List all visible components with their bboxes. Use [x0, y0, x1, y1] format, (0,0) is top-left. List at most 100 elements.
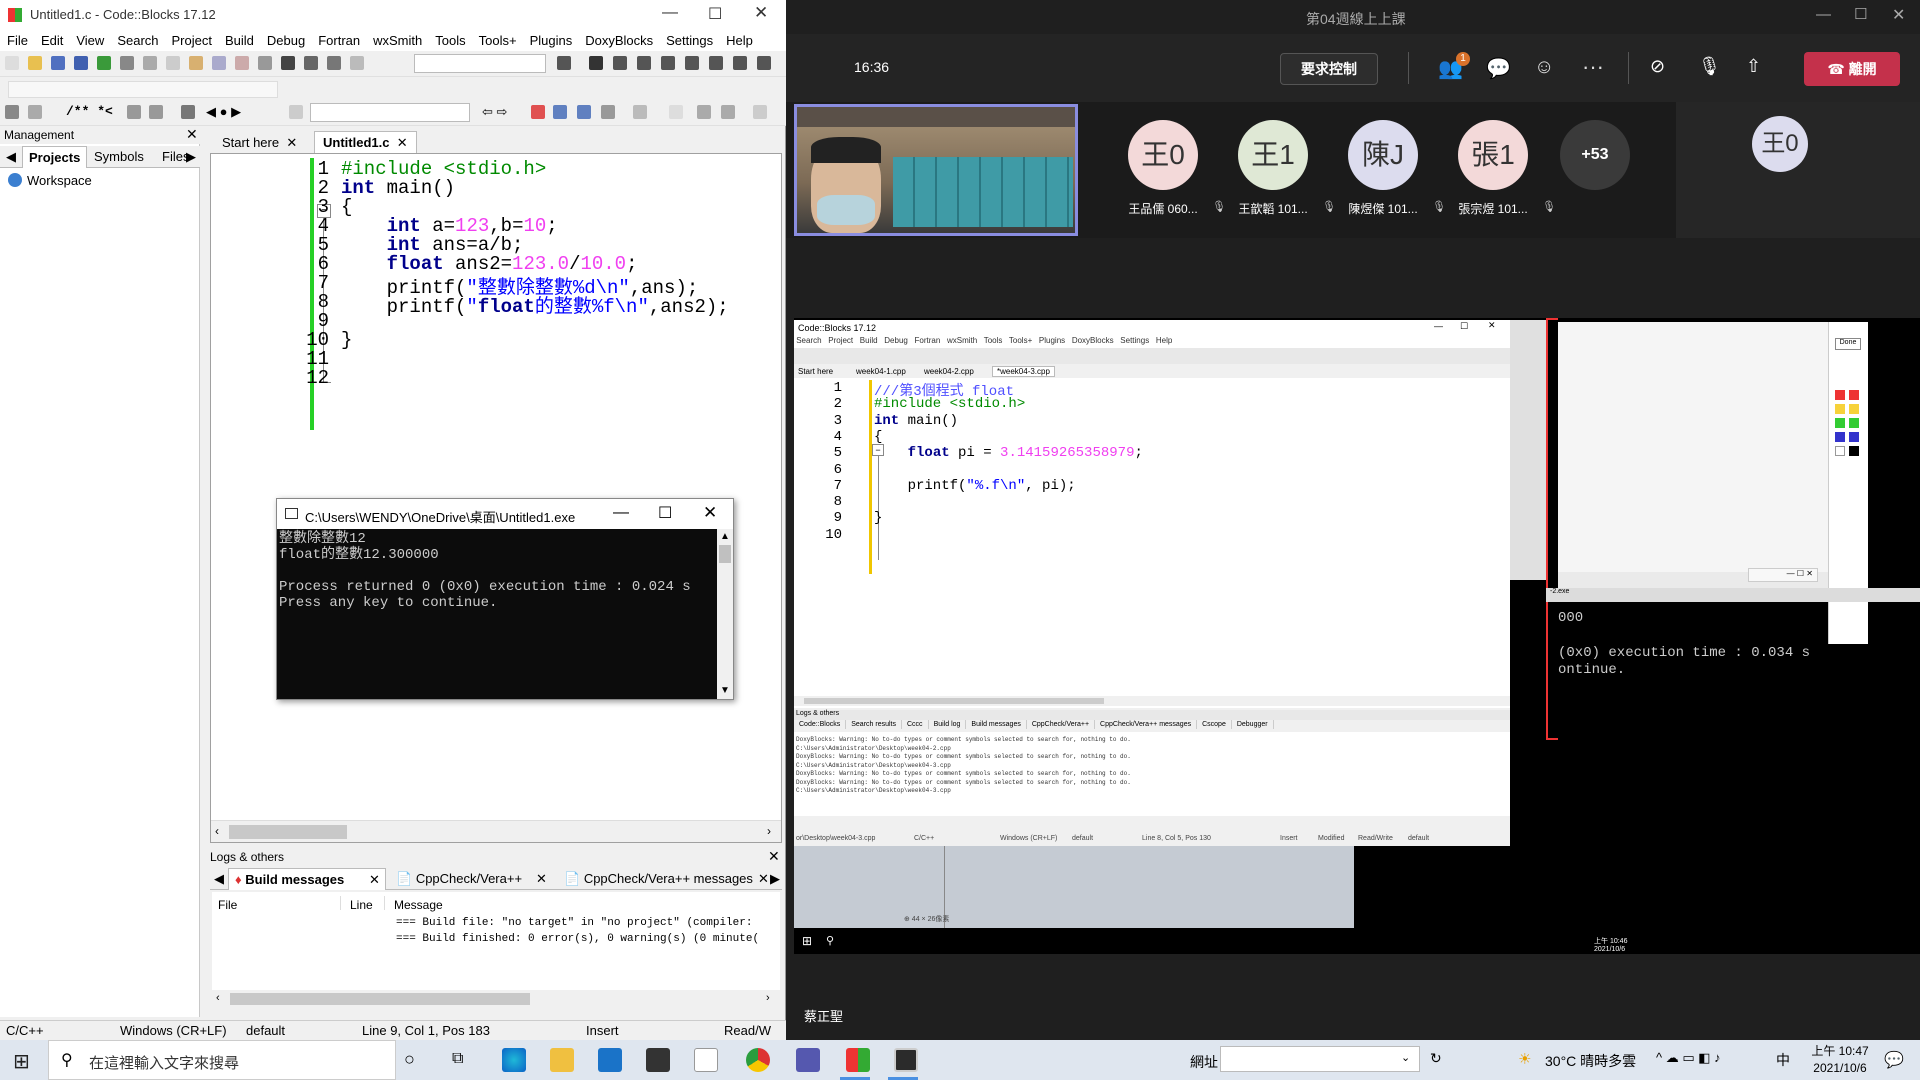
code-area[interactable]: 1 #include <stdio.h> 2 int main() 3{4 int a=… — [211, 158, 781, 478]
notepad-icon[interactable] — [694, 1048, 718, 1072]
tab-build-messages[interactable]: ♦ Build messages ✕ — [228, 868, 386, 890]
mail-icon[interactable] — [598, 1048, 622, 1072]
toggle-icon[interactable] — [28, 105, 42, 119]
highlight-icon[interactable] — [531, 105, 545, 119]
search-box[interactable]: ⚲ 在這裡輸入文字來搜尋 — [48, 1040, 396, 1080]
minimize-icon[interactable]: — — [1816, 6, 1831, 23]
clock[interactable]: 上午 10:47 2021/10/6 — [1800, 1043, 1880, 1079]
step-out-icon[interactable] — [685, 56, 699, 70]
tab-scroll-right-icon[interactable]: ▶ — [186, 149, 196, 165]
menu-settings[interactable]: Settings — [659, 30, 719, 48]
participant-avatar[interactable]: 王1 — [1238, 120, 1308, 190]
open-icon[interactable] — [28, 56, 42, 70]
teams-icon[interactable] — [796, 1048, 820, 1072]
maximize-icon[interactable]: ☐ — [708, 4, 722, 24]
tab-start-here[interactable]: Start here ✕ — [216, 134, 303, 152]
horizontal-scrollbar[interactable]: ‹ › — [211, 820, 781, 842]
close-icon[interactable]: ✕ — [703, 503, 717, 523]
bookmark-icon[interactable] — [5, 105, 19, 119]
build-messages-list[interactable]: File Line Message === Build file: "no ta… — [212, 892, 780, 990]
tab-scroll-left-icon[interactable]: ◀ — [214, 871, 224, 887]
scroll-thumb[interactable] — [229, 825, 347, 839]
task-view-icon[interactable]: ⧉ — [452, 1050, 463, 1068]
menu-project[interactable]: Project — [165, 30, 218, 48]
edge-icon[interactable] — [502, 1048, 526, 1072]
image-icon[interactable] — [697, 105, 711, 119]
menu-view[interactable]: View — [69, 30, 110, 48]
column-line[interactable]: Line — [350, 898, 373, 912]
console-app-icon[interactable] — [894, 1048, 918, 1072]
close-panel-icon[interactable]: ✕ — [768, 848, 780, 865]
close-icon[interactable]: ✕ — [1892, 5, 1905, 25]
menu-tools[interactable]: Tools — [428, 30, 471, 48]
leave-button[interactable]: ☎ 離開 — [1804, 52, 1900, 86]
run-icon[interactable] — [281, 56, 295, 70]
participant-avatar[interactable]: 陳J — [1348, 120, 1418, 190]
tab-scroll-right-icon[interactable]: ▶ — [770, 871, 780, 887]
new-file-icon[interactable] — [5, 56, 19, 70]
break-icon[interactable] — [757, 56, 771, 70]
scroll-left-icon[interactable]: ‹ — [215, 824, 219, 838]
tab-symbols[interactable]: Symbols — [94, 149, 144, 164]
tab-untitled1[interactable]: Untitled1.c ✕ — [314, 131, 417, 153]
maximize-icon[interactable]: ☐ — [658, 503, 672, 523]
mic-off-icon[interactable]: 🎙 — [1698, 56, 1721, 77]
comment-icon[interactable]: /** *< — [66, 104, 113, 119]
step-instruction-icon[interactable] — [733, 56, 747, 70]
logs-scrollbar[interactable]: ‹ › — [212, 990, 780, 1008]
undo-icon[interactable] — [97, 56, 111, 70]
panel-icon[interactable] — [753, 105, 767, 119]
camera-off-icon[interactable]: ⊘ — [1650, 56, 1665, 77]
doxy-icon[interactable] — [127, 105, 141, 119]
column-file[interactable]: File — [218, 898, 237, 912]
store-icon[interactable] — [646, 1048, 670, 1072]
share-icon[interactable]: ⇧ — [1746, 56, 1761, 77]
doxy-icon[interactable] — [149, 105, 163, 119]
rect-icon[interactable] — [669, 105, 683, 119]
tab-projects[interactable]: Projects — [22, 146, 88, 168]
scroll-thumb[interactable] — [230, 993, 530, 1005]
tab-cppcheck[interactable]: 📄 CppCheck/Vera++ ✕ — [396, 871, 556, 887]
target-icon[interactable] — [289, 105, 303, 119]
menu-help[interactable]: Help — [719, 30, 759, 48]
more-options-icon[interactable]: ··· — [1582, 54, 1604, 80]
cortana-icon[interactable]: ○ — [404, 1049, 415, 1070]
show-select-icon[interactable] — [557, 56, 571, 70]
column-message[interactable]: Message — [394, 898, 443, 912]
console-scrollbar[interactable]: ▲ ▼ — [717, 529, 733, 699]
scroll-thumb[interactable] — [719, 545, 731, 563]
menu-doxyblocks[interactable]: DoxyBlocks — [578, 30, 659, 48]
refresh-icon[interactable]: ↻ — [1430, 1050, 1442, 1067]
menu-file[interactable]: File — [0, 30, 34, 48]
build-icon[interactable] — [258, 56, 272, 70]
find-icon[interactable] — [212, 56, 226, 70]
scroll-right-icon[interactable]: › — [766, 992, 770, 1004]
menu-tools-plus[interactable]: Tools+ — [472, 30, 523, 48]
code-line[interactable]: printf("float的整數%f\n",ans2); — [341, 291, 729, 318]
request-control-button[interactable]: 要求控制 — [1280, 53, 1378, 85]
spell-icon[interactable] — [577, 105, 591, 119]
build-target-select[interactable] — [414, 54, 546, 73]
run-to-cursor-icon[interactable] — [613, 56, 627, 70]
cut-icon[interactable] — [143, 56, 157, 70]
close-icon[interactable]: ✕ — [754, 3, 768, 23]
scope-select[interactable] — [8, 81, 278, 98]
text-icon[interactable] — [721, 105, 735, 119]
next-instruction-icon[interactable] — [709, 56, 723, 70]
minimize-icon[interactable]: — — [613, 504, 629, 522]
paste-icon[interactable] — [189, 56, 203, 70]
notification-icon[interactable]: 💬 — [1884, 1050, 1904, 1070]
ime-indicator[interactable]: 中 — [1776, 1050, 1790, 1070]
more-participants-button[interactable]: +53 — [1560, 120, 1630, 190]
scroll-right-icon[interactable]: › — [767, 824, 771, 838]
start-icon[interactable]: ⊞ — [13, 1049, 30, 1074]
menu-debug[interactable]: Debug — [260, 30, 311, 48]
step-into-icon[interactable] — [661, 56, 675, 70]
codeblocks-icon[interactable] — [846, 1048, 870, 1072]
match-icon[interactable] — [553, 105, 567, 119]
next-line-icon[interactable] — [637, 56, 651, 70]
abort-icon[interactable] — [350, 56, 364, 70]
build-run-icon[interactable] — [304, 56, 318, 70]
debug-icon[interactable] — [589, 56, 603, 70]
scroll-down-icon[interactable]: ▼ — [720, 685, 730, 696]
